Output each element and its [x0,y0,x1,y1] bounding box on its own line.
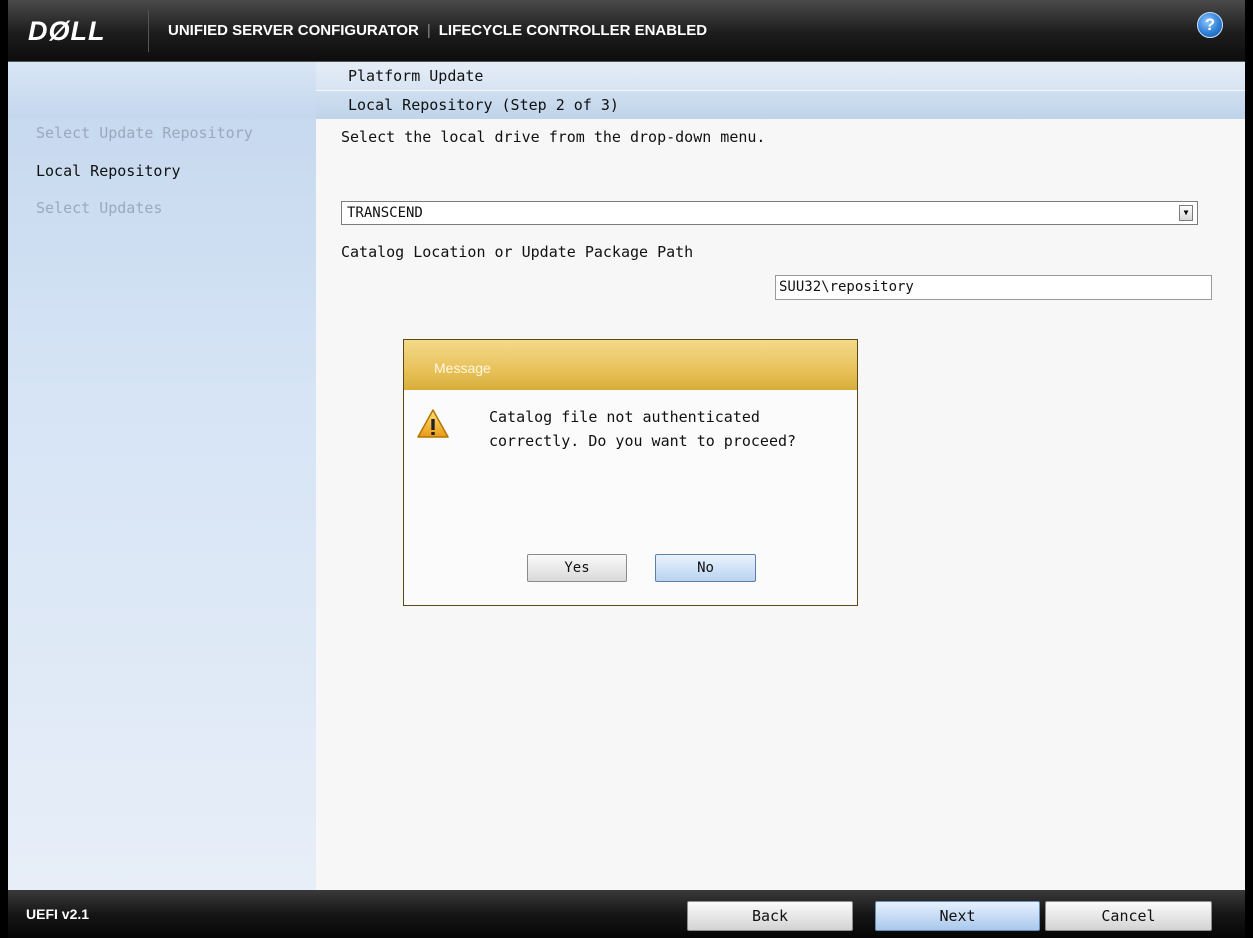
back-button[interactable]: Back [687,901,853,931]
step-title: Local Repository (Step 2 of 3) [316,91,1245,119]
app-title-separator: | [426,22,431,39]
no-button[interactable]: No [655,554,756,582]
section-title: Platform Update [316,62,1245,90]
sidebar-item-select-update-repository[interactable]: Select Update Repository [36,124,253,142]
app-title-left: UNIFIED SERVER CONFIGURATOR [168,22,419,39]
next-button[interactable]: Next [875,901,1040,931]
cancel-button[interactable]: Cancel [1045,901,1212,931]
help-icon[interactable]: ? [1197,12,1223,38]
header-divider [148,10,149,52]
app-window: DØLL UNIFIED SERVER CONFIGURATOR | LIFECYC… [8,0,1245,938]
footer-bar: UEFI v2.1 Back Next Cancel [8,890,1245,938]
sidebar-item-local-repository[interactable]: Local Repository [36,162,181,180]
yes-button[interactable]: Yes [527,554,627,582]
warning-icon [417,409,449,438]
sidebar-header [8,62,316,118]
dialog-title: Message [404,340,857,390]
drive-select[interactable]: TRANSCEND ▼ [341,201,1198,225]
message-dialog: Message Catalog file not authenticated c… [403,339,858,606]
chevron-down-icon[interactable]: ▼ [1179,205,1193,221]
app-title: UNIFIED SERVER CONFIGURATOR | LIFECYCLE CO… [168,22,707,39]
uefi-version: UEFI v2.1 [26,906,90,922]
sidebar-item-select-updates[interactable]: Select Updates [36,199,162,217]
dell-logo: DØLL [28,16,106,46]
app-title-right: LIFECYCLE CONTROLLER ENABLED [438,22,708,39]
path-input[interactable]: SUU32\repository [775,275,1212,300]
drive-select-value: TRANSCEND [347,205,423,221]
sidebar: Select Update Repository Local Repositor… [8,62,316,890]
path-label: Catalog Location or Update Package Path [341,243,694,261]
dialog-message: Catalog file not authenticated correctly… [489,408,797,450]
header-bar: DØLL UNIFIED SERVER CONFIGURATOR | LIFECYC… [8,0,1245,62]
instruction-text: Select the local drive from the drop-dow… [341,128,766,146]
